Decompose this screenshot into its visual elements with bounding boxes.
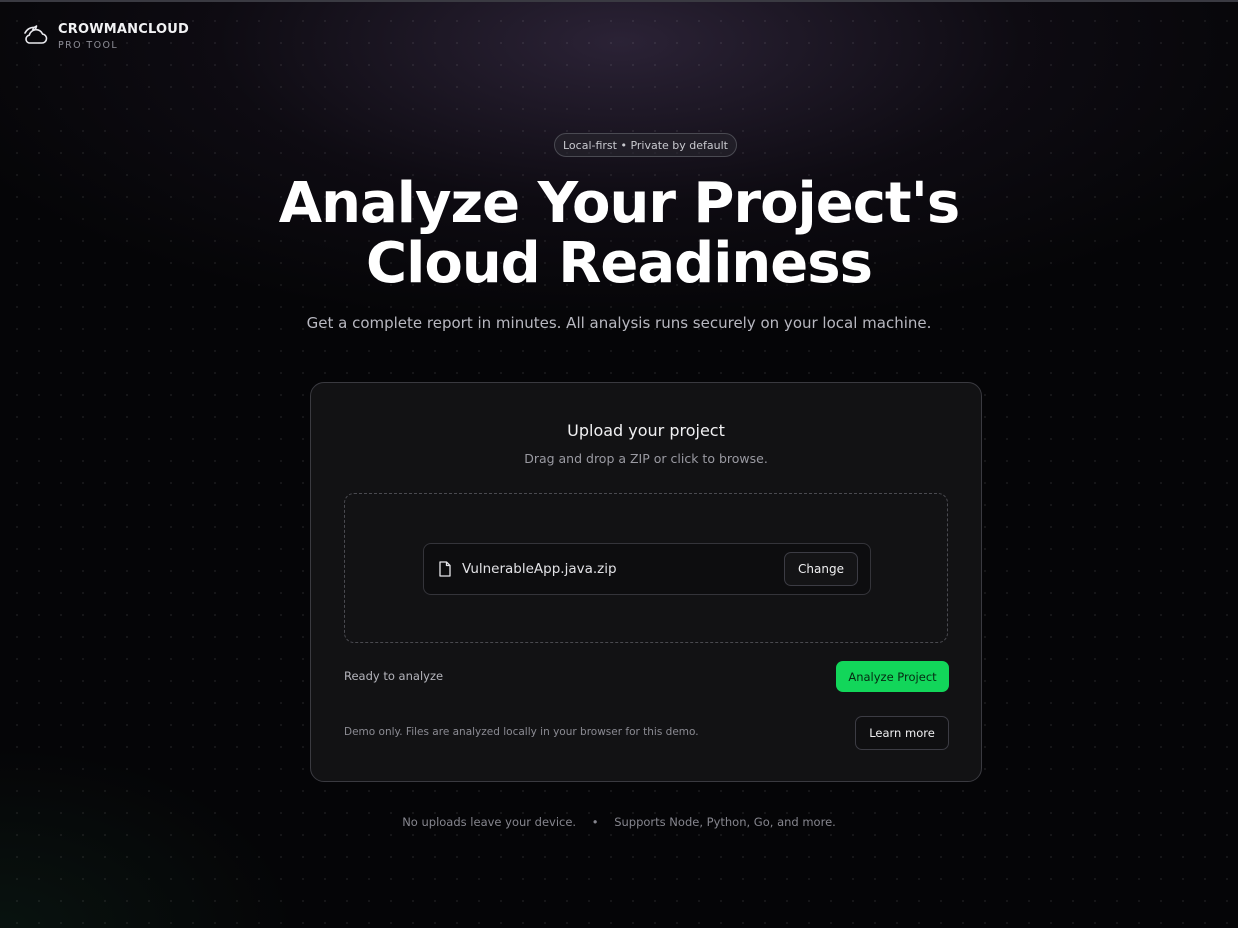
page-subtitle: Get a complete report in minutes. All an… xyxy=(306,314,932,332)
learn-more-button[interactable]: Learn more xyxy=(855,716,949,750)
footer-item-privacy: No uploads leave your device. xyxy=(402,815,577,829)
upload-subtitle: Drag and drop a ZIP or click to browse. xyxy=(524,451,768,466)
footer-note: No uploads leave your device. • Supports… xyxy=(0,815,1238,829)
cloud-crow-icon xyxy=(24,25,48,44)
brand-name: CROWMANCLOUD xyxy=(58,22,189,37)
brand-subtitle: PRO TOOL xyxy=(58,40,119,51)
page: CROWMANCLOUD PRO TOOL Local-first • Priv… xyxy=(0,0,1238,928)
demo-note: Demo only. Files are analyzed locally in… xyxy=(344,726,699,738)
footer-item-support: Supports Node, Python, Go, and more. xyxy=(614,815,836,829)
brand[interactable]: CROWMANCLOUD PRO TOOL xyxy=(22,20,189,51)
file-dropzone[interactable]: VulnerableApp.java.zip Change xyxy=(344,493,948,643)
change-file-button[interactable]: Change xyxy=(784,552,858,586)
status-text: Ready to analyze xyxy=(344,669,444,683)
privacy-badge: Local-first • Private by default xyxy=(554,133,737,157)
upload-card: Upload your project Drag and drop a ZIP … xyxy=(310,382,982,782)
file-icon xyxy=(439,561,451,577)
file-name: VulnerableApp.java.zip xyxy=(462,561,617,577)
analyze-project-button[interactable]: Analyze Project xyxy=(836,661,949,692)
selected-file: VulnerableApp.java.zip Change xyxy=(423,543,871,595)
page-title-line-2: Cloud Readiness xyxy=(366,231,873,296)
upload-title: Upload your project xyxy=(567,421,725,440)
page-title-line-1: Analyze Your Project's xyxy=(278,171,960,236)
page-title: Analyze Your Project's Cloud Readiness xyxy=(0,174,1238,294)
footer-separator: • xyxy=(591,815,599,829)
